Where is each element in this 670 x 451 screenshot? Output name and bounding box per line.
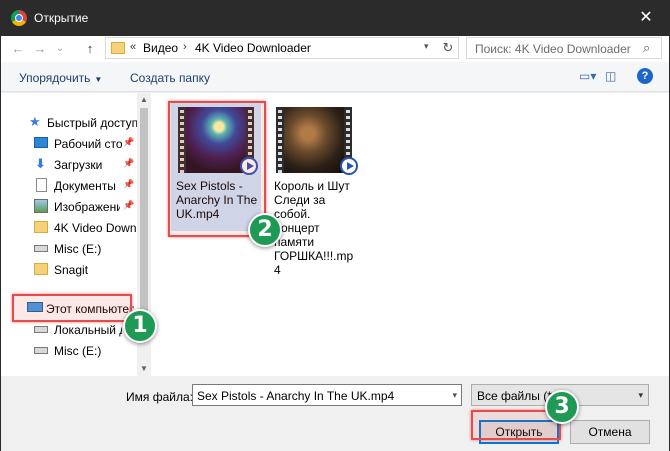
chrome-icon — [11, 10, 27, 26]
video-frame — [284, 107, 344, 173]
organize-button[interactable]: Упорядочить ▼ — [19, 71, 102, 85]
navigation-row: ← → ⌄ ↑ « Видео › 4K Video Downloader ▾ … — [1, 36, 669, 62]
scrollbar-thumb[interactable] — [140, 108, 148, 334]
view-options-icon[interactable]: ▭▾ — [579, 69, 596, 83]
breadcrumb-separator[interactable]: › — [183, 41, 187, 53]
highlight-selected-file — [168, 101, 266, 237]
sidebar-item-label: Snagit — [54, 263, 89, 277]
filename-label: Имя файла: — [126, 390, 193, 404]
folder-icon — [34, 263, 48, 275]
breadcrumb-video[interactable]: Видео — [143, 41, 178, 55]
window-title: Открытие — [34, 11, 89, 25]
scroll-up-arrow-icon[interactable]: ▲ — [137, 93, 151, 107]
sidebar-item-label: Изображени — [54, 200, 120, 214]
step-badge-2: 2 — [248, 213, 282, 247]
sidebar-item-local-disk[interactable]: Локальный д — [1, 319, 137, 340]
dialog-body: ← → ⌄ ↑ « Видео › 4K Video Downloader ▾ … — [1, 36, 669, 451]
step-badge-3: 3 — [545, 390, 579, 424]
organize-label: Упорядочить — [19, 71, 91, 85]
file-name: Король и Шут Следи за собой. Концерт пам… — [274, 179, 354, 277]
preview-pane-icon[interactable]: ◫ — [605, 69, 616, 83]
sidebar-item-downloads[interactable]: ⬇ Загрузки 📌 — [1, 154, 137, 175]
sidebar-item-label: Рабочий сто. — [54, 137, 122, 151]
sidebar-item-label: Misc (E:) — [54, 242, 102, 256]
sidebar-item-documents[interactable]: Документы 📌 — [1, 175, 137, 196]
sidebar-item-label: Загрузки — [54, 158, 103, 172]
sidebar-item-label: Локальный д — [54, 323, 122, 337]
star-icon: ★ — [29, 114, 41, 129]
documents-icon — [36, 178, 47, 192]
pin-icon: 📌 — [123, 137, 135, 147]
search-input[interactable]: Поиск: 4K Video Downloader ⌕ — [466, 37, 662, 59]
sidebar-item-4k-video-downloader[interactable]: 4K Video Downlo — [1, 217, 137, 238]
sidebar-item-label: 4K Video Downlo — [54, 221, 136, 235]
film-strip — [276, 107, 284, 173]
sidebar-item-misc-drive[interactable]: Misc (E:) — [1, 238, 137, 259]
chevron-down-icon: ▾ — [638, 390, 643, 400]
pin-icon: 📌 — [123, 158, 135, 168]
sidebar-item-misc-drive-2[interactable]: Misc (E:) — [1, 340, 137, 361]
sidebar-item-label: Быстрый доступ — [47, 116, 139, 130]
file-item-korol-i-shut[interactable]: Король и Шут Следи за собой. Концерт пам… — [269, 101, 359, 277]
download-icon: ⬇ — [35, 156, 46, 171]
drive-icon — [34, 347, 48, 354]
command-bar: Упорядочить ▼ Создать папку ▭▾ ◫ ? — [1, 62, 669, 92]
pin-icon: 📌 — [123, 179, 135, 189]
play-icon — [340, 157, 358, 175]
drive-icon — [34, 326, 48, 333]
pin-icon: 📌 — [123, 200, 135, 210]
sidebar-item-label: Misc (E:) — [54, 344, 102, 358]
filename-field[interactable]: Sex Pistols - Anarchy In The UK.mp4 ▾ — [192, 384, 462, 406]
folder-icon — [34, 221, 48, 233]
breadcrumb-4k-video-downloader[interactable]: 4K Video Downloader — [195, 41, 311, 55]
highlight-this-pc — [12, 294, 132, 322]
desktop-icon — [34, 137, 48, 148]
back-arrow-icon[interactable]: ← — [9, 40, 27, 58]
drive-icon — [34, 245, 48, 252]
folder-icon — [111, 42, 125, 54]
step-badge-1: 1 — [123, 309, 157, 343]
title-bar: Открытие ✕ — [0, 0, 670, 36]
sidebar-item-desktop[interactable]: Рабочий сто. 📌 — [1, 133, 137, 154]
sidebar-item-quick-access[interactable]: ★ Быстрый доступ — [1, 112, 139, 133]
breadcrumb-overflow[interactable]: « — [130, 41, 136, 53]
sidebar-item-snagit[interactable]: Snagit — [1, 259, 137, 280]
open-file-dialog: Открытие ✕ ← → ⌄ ↑ « Видео › 4K Video Do… — [0, 0, 670, 451]
refresh-icon[interactable]: ↻ — [440, 40, 456, 56]
recent-locations-chevron-icon[interactable]: ⌄ — [51, 40, 69, 58]
search-icon[interactable]: ⌕ — [643, 40, 650, 56]
scroll-down-arrow-icon[interactable]: ▼ — [137, 362, 151, 376]
sidebar-item-label: Документы — [54, 179, 116, 193]
filename-value: Sex Pistols - Anarchy In The UK.mp4 — [197, 389, 395, 403]
new-folder-button[interactable]: Создать папку — [130, 71, 210, 85]
cancel-button[interactable]: Отмена — [570, 420, 650, 444]
up-arrow-icon[interactable]: ↑ — [81, 40, 99, 58]
sidebar-item-pictures[interactable]: Изображени 📌 — [1, 196, 137, 217]
forward-arrow-icon[interactable]: → — [31, 40, 49, 58]
chevron-down-icon[interactable]: ▾ — [452, 390, 457, 401]
chevron-down-icon: ▼ — [94, 75, 103, 84]
pictures-icon — [34, 199, 48, 213]
address-bar[interactable]: « Видео › 4K Video Downloader ▾ ↻ — [105, 37, 459, 59]
video-thumbnail — [276, 107, 358, 175]
help-icon[interactable]: ? — [637, 68, 653, 84]
search-placeholder: Поиск: 4K Video Downloader — [475, 42, 631, 56]
address-dropdown-chevron-icon[interactable]: ▾ — [424, 41, 429, 52]
close-button[interactable]: ✕ — [622, 0, 670, 36]
